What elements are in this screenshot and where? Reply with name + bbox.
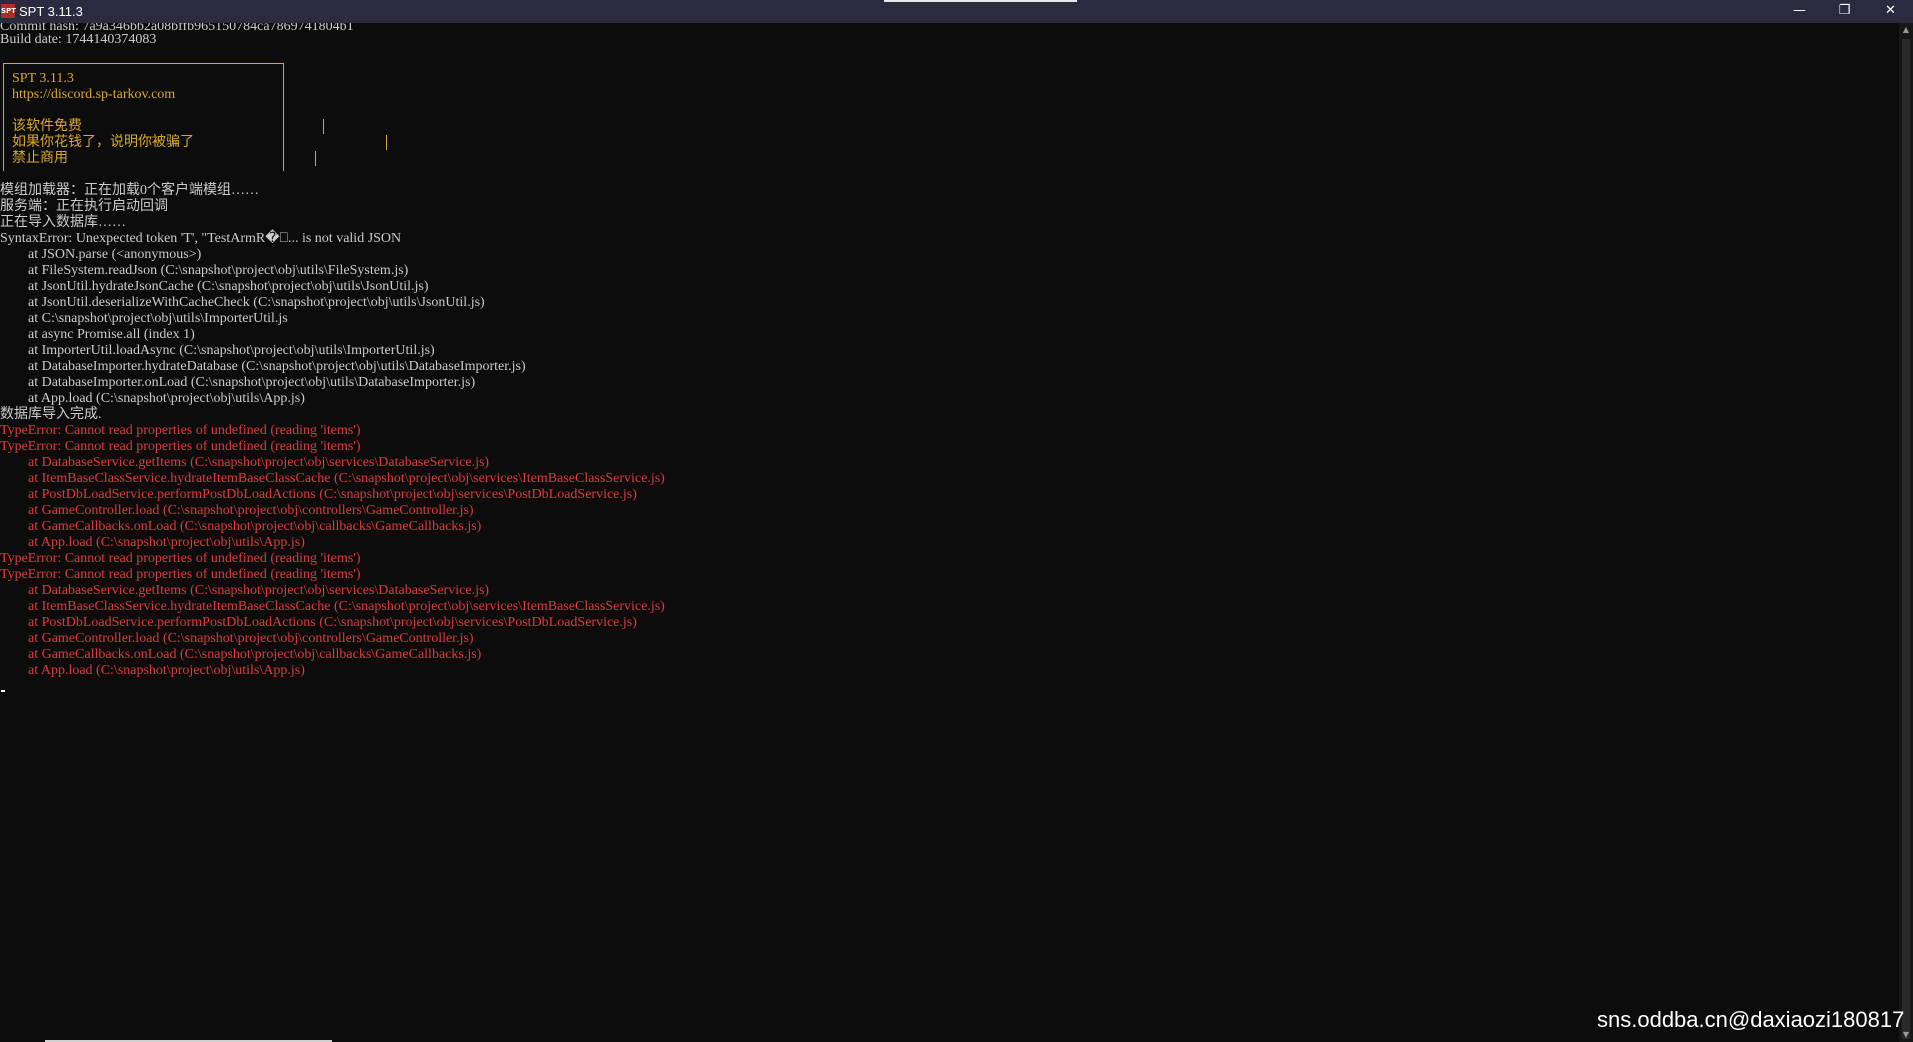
vertical-scrollbar[interactable]: ▲ ▼	[1899, 23, 1913, 1042]
type-error-line: TypeError: Cannot read properties of und…	[0, 551, 361, 566]
error-stack-frame: at GameCallbacks.onLoad (C:\snapshot\pro…	[28, 647, 482, 662]
error-stack-frame: at PostDbLoadService.performPostDbLoadAc…	[28, 615, 637, 630]
banner-version: SPT 3.11.3	[12, 71, 74, 86]
banner-box: SPT 3.11.3 https://discord.sp-tarkov.com…	[3, 63, 387, 171]
app-icon: SPT	[1, 4, 16, 18]
stack-frame: at DatabaseImporter.hydrateDatabase (C:\…	[28, 359, 526, 374]
banner-discord-link: https://discord.sp-tarkov.com	[12, 87, 176, 102]
error-stack-frame: at GameCallbacks.onLoad (C:\snapshot\pro…	[28, 519, 482, 534]
banner-border-fragment	[386, 135, 387, 150]
stack-frame: at JsonUtil.hydrateJsonCache (C:\snapsho…	[28, 279, 429, 294]
console-output[interactable]: Commit hash: 7a9a346bb2a08bffb965150784c…	[0, 23, 1899, 1040]
error-stack-frame: at App.load (C:\snapshot\project\obj\uti…	[28, 663, 305, 678]
status-line: 模组加载器：正在加载0个客户端模组……	[0, 183, 259, 198]
error-stack-frame: at GameController.load (C:\snapshot\proj…	[28, 631, 474, 646]
console-window: SPT SPT 3.11.3 — ❐ ✕ Commit hash: 7a9a34…	[0, 0, 1913, 1042]
window-title: SPT 3.11.3	[19, 4, 83, 19]
build-date-line: Build date: 1744140374083	[0, 32, 157, 47]
error-stack-frame: at ItemBaseClassService.hydrateItemBaseC…	[28, 599, 665, 614]
error-stack-frame: at DatabaseService.getItems (C:\snapshot…	[28, 455, 490, 470]
stack-frame: at App.load (C:\snapshot\project\obj\uti…	[28, 391, 305, 406]
stack-frame: at FileSystem.readJson (C:\snapshot\proj…	[28, 263, 409, 278]
syntax-error-line: SyntaxError: Unexpected token 'T', "Test…	[0, 231, 402, 246]
error-stack-frame: at GameController.load (C:\snapshot\proj…	[28, 503, 474, 518]
close-button[interactable]: ✕	[1868, 0, 1913, 23]
error-stack-frame: at DatabaseService.getItems (C:\snapshot…	[28, 583, 490, 598]
type-error-line: TypeError: Cannot read properties of und…	[0, 439, 361, 454]
scroll-up-arrow-icon[interactable]: ▲	[1899, 23, 1913, 37]
status-line: 正在导入数据库……	[0, 215, 126, 230]
title-bar[interactable]: SPT SPT 3.11.3 — ❐ ✕	[0, 0, 1913, 23]
stack-frame: at C:\snapshot\project\obj\utils\Importe…	[28, 311, 288, 326]
banner-free-notice: 该软件免费	[12, 119, 82, 134]
restore-button[interactable]: ❐	[1822, 0, 1867, 23]
minimize-button[interactable]: —	[1777, 0, 1822, 23]
db-import-done-line: 数据库导入完成.	[0, 407, 102, 422]
stack-frame: at DatabaseImporter.onLoad (C:\snapshot\…	[28, 375, 476, 390]
banner-border-fragment	[323, 119, 324, 134]
type-error-line: TypeError: Cannot read properties of und…	[0, 567, 361, 582]
banner-border-fragment	[315, 151, 316, 166]
type-error-line: TypeError: Cannot read properties of und…	[0, 423, 361, 438]
scrollbar-thumb[interactable]	[1902, 39, 1910, 1039]
watermark-text: sns.oddba.cn@daxiaozi180817	[1597, 1007, 1905, 1032]
banner-scam-notice: 如果你花钱了，说明你被骗了	[12, 135, 194, 150]
text-cursor	[1, 690, 5, 692]
title-bar-accent	[884, 0, 1077, 2]
stack-frame: at JsonUtil.deserializeWithCacheCheck (C…	[28, 295, 485, 310]
stack-frame: at JSON.parse (<anonymous>)	[28, 247, 202, 262]
banner-no-commercial: 禁止商用	[12, 151, 68, 166]
error-stack-frame: at PostDbLoadService.performPostDbLoadAc…	[28, 487, 637, 502]
stack-frame: at async Promise.all (index 1)	[28, 327, 195, 342]
status-line: 服务端：正在执行启动回调	[0, 199, 168, 214]
error-stack-frame: at ItemBaseClassService.hydrateItemBaseC…	[28, 471, 665, 486]
error-stack-frame: at App.load (C:\snapshot\project\obj\uti…	[28, 535, 305, 550]
stack-frame: at ImporterUtil.loadAsync (C:\snapshot\p…	[28, 343, 435, 358]
